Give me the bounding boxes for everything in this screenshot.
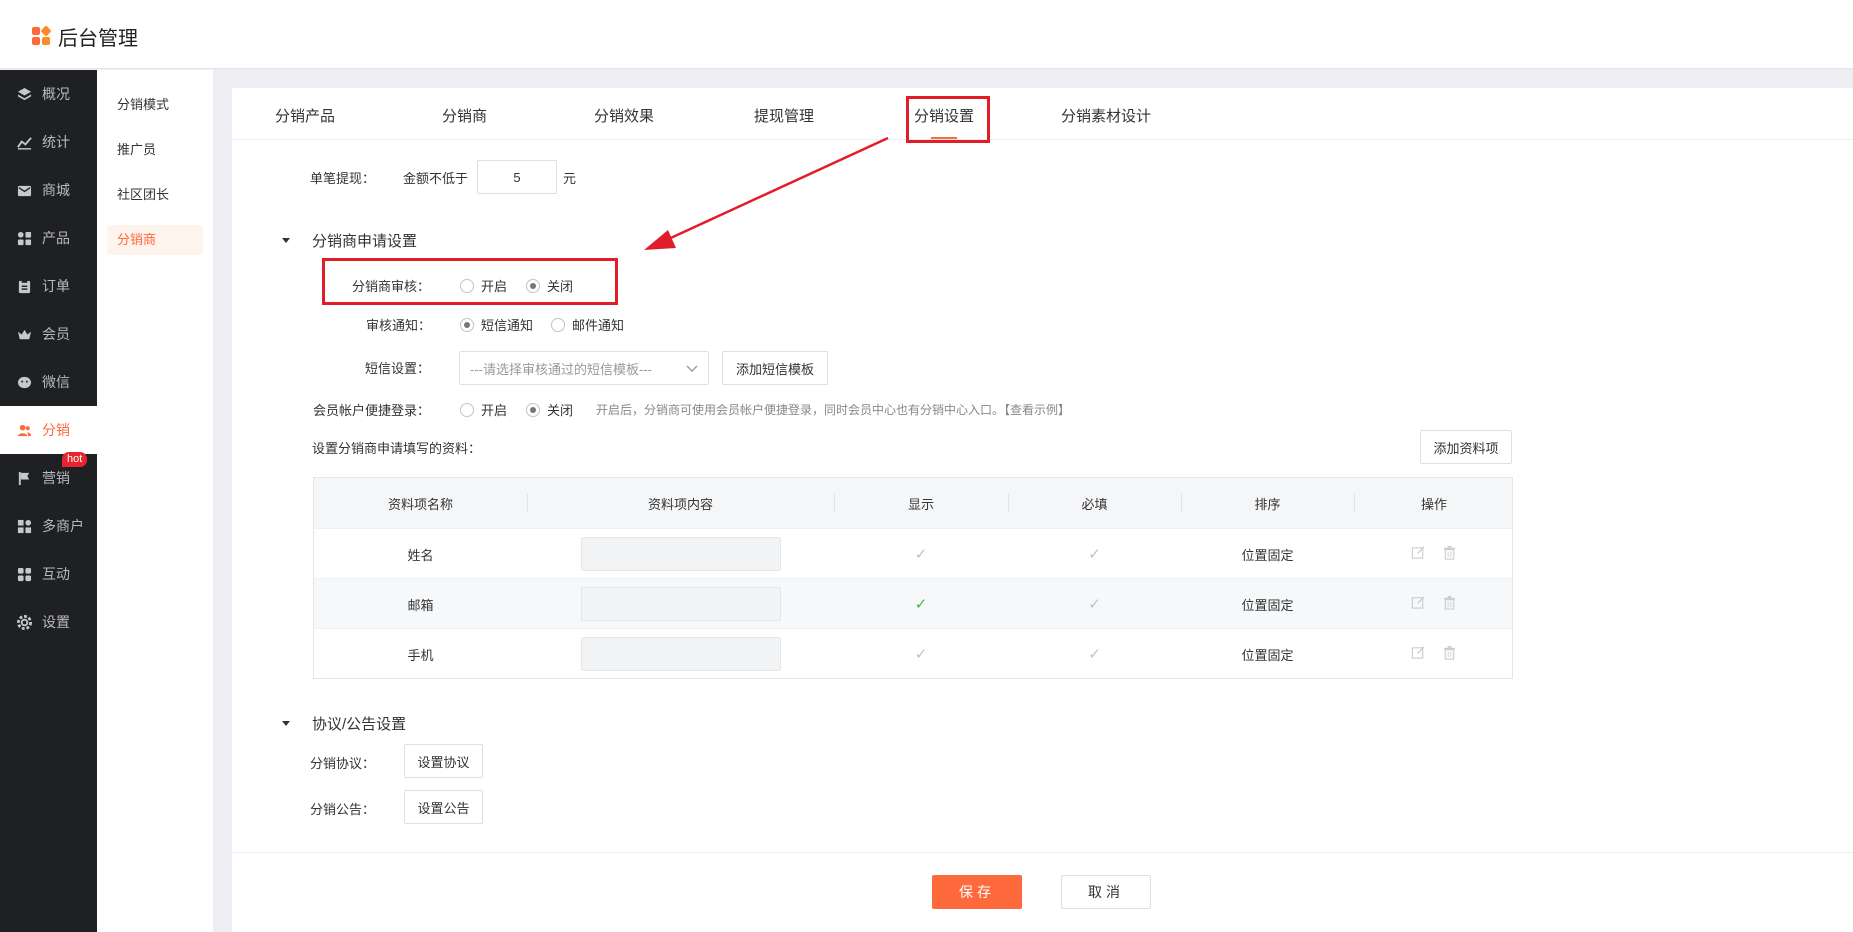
save-button[interactable]: 保存 [932, 875, 1022, 909]
cancel-button[interactable]: 取消 [1061, 875, 1151, 909]
footer-bar: 保存 取消 [232, 852, 1853, 932]
annotation-arrow [644, 136, 889, 250]
